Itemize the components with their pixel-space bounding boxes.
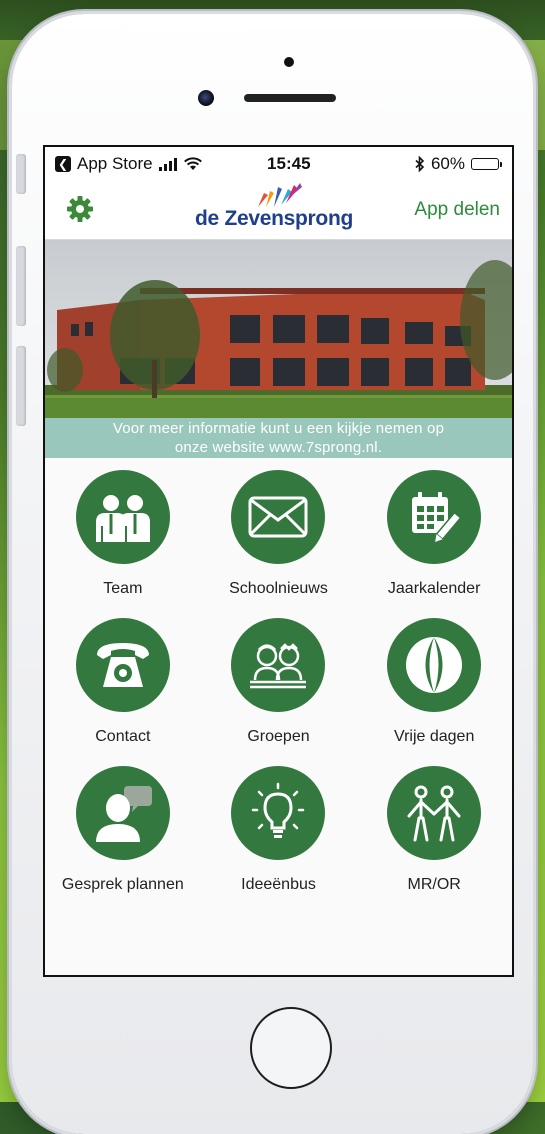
calendar-icon — [412, 492, 462, 543]
chat-person-icon — [95, 786, 152, 842]
groups-icon — [250, 643, 307, 689]
tile-jaarkalender[interactable]: Jaarkalender — [356, 470, 512, 618]
people-holding-hands-icon-circle — [387, 766, 482, 860]
team-icon-circle — [75, 470, 170, 564]
earpiece-speaker — [244, 94, 336, 102]
caption-line-1: Voor meer informatie kunt u een kijkje n… — [112, 420, 445, 437]
logo-arrows-icon — [258, 183, 302, 207]
envelope-icon — [248, 496, 308, 538]
back-app-label[interactable]: App Store — [77, 154, 153, 174]
tile-label: Groepen — [247, 728, 310, 745]
settings-button[interactable] — [65, 194, 95, 227]
tile-ideeenbus[interactable]: Ideeënbus — [201, 766, 357, 914]
share-app-button[interactable]: App delen — [414, 199, 500, 221]
tile-label: Team — [103, 580, 143, 597]
mute-switch — [16, 154, 26, 194]
battery-percent: 60% — [430, 154, 465, 173]
volume-up-button — [16, 246, 26, 326]
tile-gesprek-plannen[interactable]: Gesprek plannen — [45, 766, 201, 914]
front-camera — [198, 90, 214, 106]
team-icon — [95, 495, 150, 542]
proximity-sensor — [284, 57, 294, 67]
caption-line-2: onze website www.7sprong.nl. — [174, 439, 383, 456]
groups-icon-circle — [231, 618, 326, 712]
menu-grid: Team Schoolnieuws Jaarkalender Contact G… — [45, 458, 512, 914]
tile-team[interactable]: Team — [45, 470, 201, 618]
telephone-icon-circle — [75, 618, 170, 712]
battery-icon — [471, 158, 502, 170]
info-caption[interactable]: Voor meer informatie kunt u een kijkje n… — [45, 418, 512, 458]
status-bar: ❮ App Store 15:45 60% — [45, 147, 512, 181]
tile-mr-or[interactable]: MR/OR — [356, 766, 512, 914]
app-screen: ❮ App Store 15:45 60% de Zevensprong App… — [43, 145, 514, 977]
school-logo: de Zevensprong — [195, 183, 353, 231]
cellular-signal-icon — [158, 157, 177, 171]
logo-text: de Zevensprong — [195, 207, 353, 230]
gear-icon — [67, 195, 93, 222]
navigation-bar: de Zevensprong App delen — [45, 181, 512, 240]
calendar-icon-circle — [387, 470, 482, 564]
telephone-icon — [96, 643, 149, 687]
tile-label: Vrije dagen — [393, 728, 475, 745]
lightbulb-icon-circle — [231, 766, 326, 860]
tile-vrije-dagen[interactable]: Vrije dagen — [356, 618, 512, 766]
beach-ball-icon-circle — [387, 618, 482, 712]
volume-down-button — [16, 346, 26, 426]
tile-label: Gesprek plannen — [61, 876, 184, 893]
tile-schoolnieuws[interactable]: Schoolnieuws — [201, 470, 357, 618]
school-photo-banner: Voor meer informatie kunt u een kijkje n… — [45, 240, 512, 458]
chat-person-icon-circle — [75, 766, 170, 860]
beach-ball-icon — [406, 637, 463, 693]
tile-label: Ideeënbus — [241, 876, 316, 893]
lightbulb-icon — [252, 782, 305, 838]
tile-groepen[interactable]: Groepen — [201, 618, 357, 766]
bluetooth-icon — [415, 156, 425, 172]
back-arrow-icon[interactable]: ❮ — [55, 156, 71, 172]
envelope-icon-circle — [231, 470, 326, 564]
home-button[interactable] — [250, 1007, 332, 1089]
wifi-icon — [183, 157, 202, 170]
people-holding-hands-icon — [407, 785, 461, 842]
clock: 15:45 — [267, 154, 311, 173]
tile-label: Jaarkalender — [387, 580, 481, 597]
tile-label: Schoolnieuws — [229, 580, 328, 597]
tile-label: Contact — [95, 728, 151, 745]
tile-label: MR/OR — [407, 876, 461, 893]
tile-contact[interactable]: Contact — [45, 618, 201, 766]
